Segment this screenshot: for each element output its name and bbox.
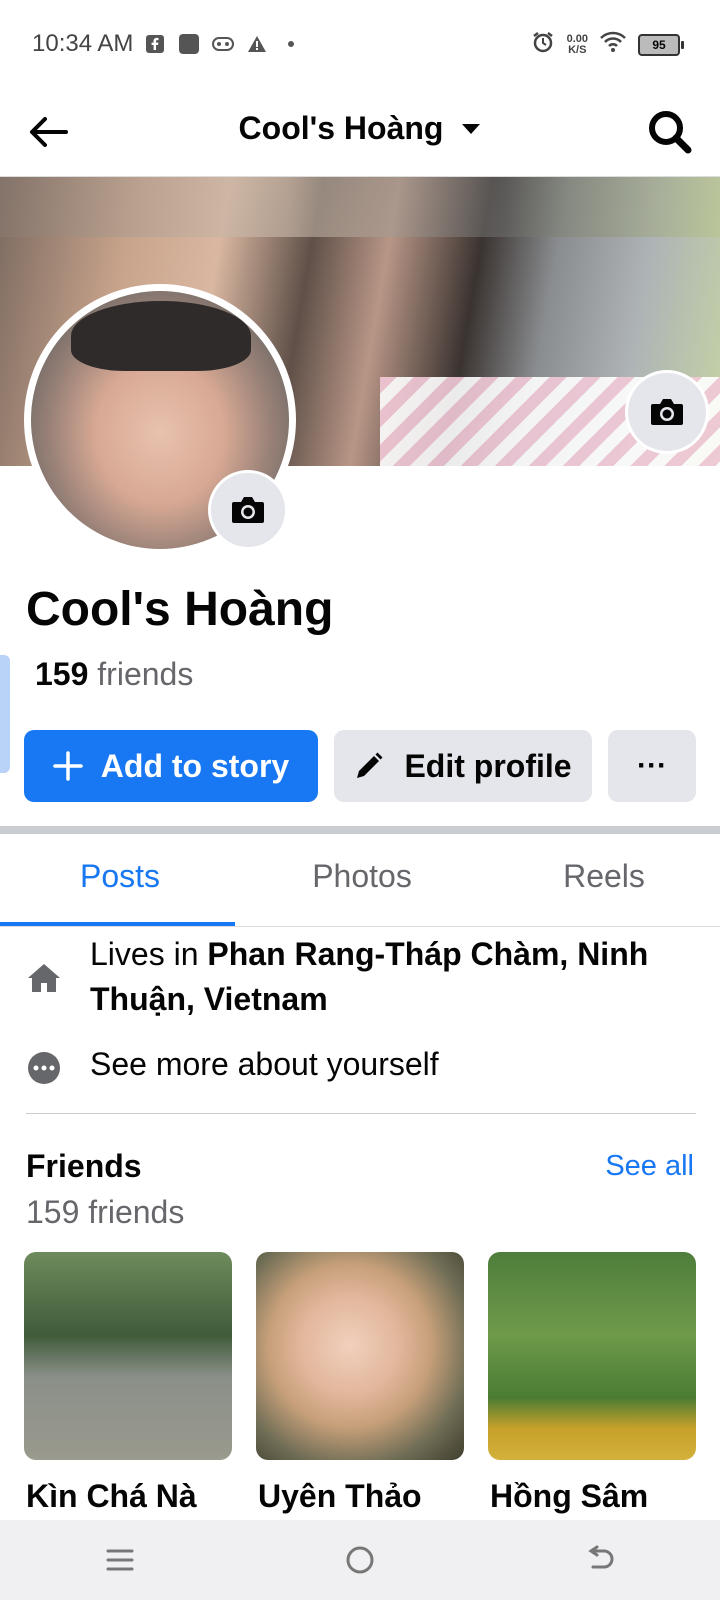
lives-in-detail: Lives in Phan Rang-Tháp Chàm, Ninh Thuận… [90, 932, 700, 1022]
friends-count-number: 159 [35, 656, 89, 692]
active-tab-indicator [0, 922, 235, 926]
app-square-icon [178, 33, 200, 55]
profile-name: Cool's Hoàng [26, 583, 334, 636]
home-button[interactable] [330, 1530, 390, 1590]
back-nav-button[interactable] [570, 1530, 630, 1590]
tab-reels[interactable]: Reels [484, 858, 720, 895]
add-to-story-button[interactable]: Add to story [24, 730, 318, 802]
notification-icons [144, 32, 302, 56]
lives-prefix: Lives in [90, 936, 208, 972]
cover-highlight [0, 177, 720, 237]
alarm-icon [531, 30, 555, 59]
friend-name[interactable]: Kìn Chá Nà [26, 1478, 197, 1515]
speed-value: 0.00 [566, 32, 588, 45]
edit-profile-button[interactable]: Edit profile [334, 730, 592, 802]
friend-name[interactable]: Uyên Thảo [258, 1478, 422, 1515]
friend-name[interactable]: Hồng Sâm [490, 1478, 648, 1515]
wifi-icon [600, 31, 626, 58]
more-circle-icon [26, 1050, 62, 1086]
add-to-story-label: Add to story [100, 747, 290, 784]
camera-icon [651, 399, 683, 425]
speed-unit: K/S [568, 43, 587, 56]
status-time: 10:34 AM [32, 30, 134, 57]
friend-photo[interactable] [256, 1252, 464, 1460]
home-icon [26, 960, 62, 996]
profile-tabs: Posts Photos Reels [0, 834, 720, 927]
menu-icon [106, 1549, 134, 1571]
battery-level: 95 [652, 37, 666, 52]
see-all-friends-link[interactable]: See all [605, 1150, 694, 1183]
edit-cover-button[interactable] [625, 370, 709, 454]
network-speed: 0.00 K/S [566, 32, 588, 56]
friends-count-label: friends [97, 656, 194, 692]
edit-profile-label: Edit profile [404, 747, 572, 784]
dot-icon [280, 33, 302, 55]
more-icon: ··· [637, 749, 667, 782]
search-button[interactable] [644, 106, 696, 158]
warning-icon [246, 33, 268, 55]
camera-icon [232, 497, 264, 523]
see-more-about-link[interactable]: See more about yourself [90, 1046, 439, 1083]
battery-icon: 95 [638, 33, 684, 56]
home-circle-icon [346, 1546, 374, 1574]
friends-count-link[interactable]: 159 friends [35, 656, 193, 693]
search-icon [649, 111, 692, 154]
page-title: Cool's Hoàng [238, 110, 444, 146]
facebook-icon [144, 33, 166, 55]
title-wrap: Cool's Hoàng [0, 110, 720, 147]
section-divider [0, 826, 720, 834]
edit-avatar-button[interactable] [208, 470, 288, 550]
tab-photos[interactable]: Photos [242, 858, 482, 895]
recent-apps-button[interactable] [90, 1530, 150, 1590]
status-bar: 10:34 AM 0.00 K/S 95 [0, 0, 720, 90]
friends-section-title: Friends [26, 1148, 142, 1184]
caret-down-icon [462, 123, 481, 134]
system-nav-bar [0, 1520, 720, 1600]
plus-icon [53, 751, 83, 781]
divider [26, 1113, 696, 1114]
more-options-button[interactable]: ··· [608, 730, 696, 802]
profile-switcher[interactable]: Cool's Hoàng [239, 110, 482, 147]
friends-section-count: 159 friends [26, 1194, 185, 1230]
friend-photo[interactable] [24, 1252, 232, 1460]
top-app-bar: Cool's Hoàng [0, 90, 720, 177]
tab-posts[interactable]: Posts [0, 858, 240, 895]
edge-panel-handle[interactable] [0, 655, 10, 773]
friend-photo[interactable] [488, 1252, 696, 1460]
back-nav-icon [588, 1545, 614, 1569]
avatar-hair [71, 301, 251, 371]
game-controller-icon [212, 33, 234, 55]
pencil-icon [357, 752, 383, 778]
status-right: 0.00 K/S 95 [531, 30, 684, 59]
